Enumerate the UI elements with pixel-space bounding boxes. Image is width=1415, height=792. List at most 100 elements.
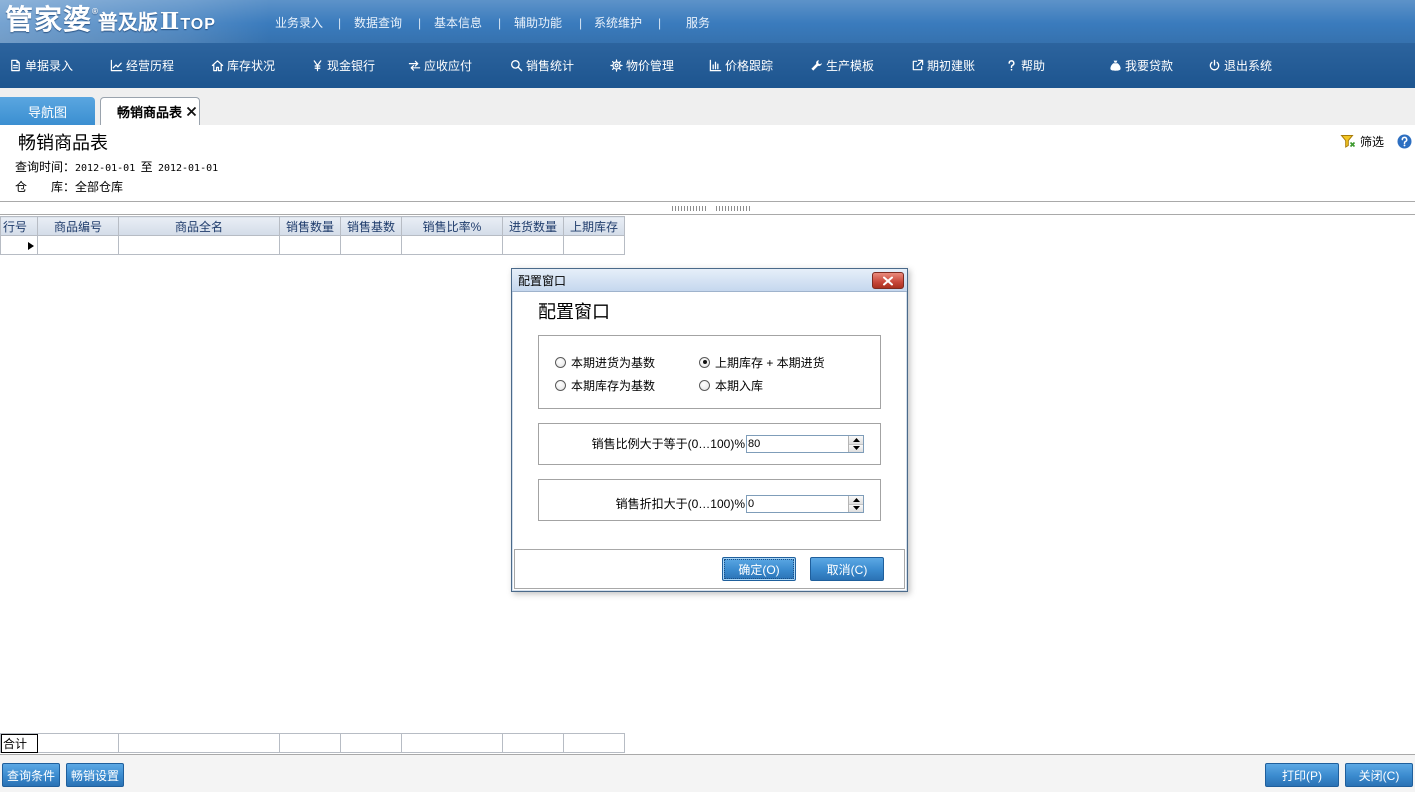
radio-button[interactable] <box>555 356 566 368</box>
tab-close-icon[interactable] <box>186 106 197 117</box>
warehouse-label-first: 仓 <box>15 180 28 194</box>
totals-row: 合计 <box>0 733 625 753</box>
spin-up-button[interactable] <box>849 436 863 445</box>
query-conditions-button[interactable]: 查询条件 <box>2 763 60 787</box>
toolbar-cash-bank[interactable]: 现金银行 <box>311 43 375 88</box>
base-options-group: 本期进货为基数 上期库存 + 本期进货 本期库存为基数 本期入库 <box>538 335 881 409</box>
sales-ratio-input[interactable] <box>747 436 848 452</box>
dialog-ok-button[interactable]: 确定(O) <box>722 557 796 581</box>
table-cell[interactable] <box>118 235 280 255</box>
toolbar-business-history[interactable]: 经营历程 <box>110 43 174 88</box>
top-menu-data-query[interactable]: 数据查询 <box>354 15 402 31</box>
help-circle-icon[interactable] <box>1397 134 1412 149</box>
column-header-product-code[interactable]: 商品编号 <box>37 216 119 236</box>
table-cell[interactable] <box>279 235 341 255</box>
table-cell[interactable] <box>502 235 564 255</box>
table-cell[interactable] <box>0 235 38 255</box>
filter-icon <box>1340 135 1356 148</box>
column-header-prior-stock[interactable]: 上期库存 <box>563 216 625 236</box>
top-menu-service[interactable]: 服务 <box>686 15 710 31</box>
close-button[interactable]: 关闭(C) <box>1345 763 1413 787</box>
dialog-cancel-button[interactable]: 取消(C) <box>810 557 884 581</box>
top-menu-business-entry[interactable]: 业务录入 <box>275 15 323 31</box>
toolbar-item-label: 单据录入 <box>25 59 74 73</box>
toolbar-document-entry[interactable]: 单据录入 <box>9 43 73 88</box>
sales-ratio-label: 销售比例大于等于(0…100)% <box>591 437 745 451</box>
filter-button[interactable]: 筛选 <box>1340 132 1384 150</box>
totals-cell[interactable] <box>502 733 564 753</box>
query-time-label: 查询时间： <box>15 160 76 174</box>
tab-bar: 导航图 畅销商品表 <box>0 88 1415 125</box>
table-cell[interactable] <box>37 235 119 255</box>
radio-button[interactable] <box>555 379 566 391</box>
column-header-row-number[interactable]: 行号 <box>0 216 38 236</box>
toolbar-item-label: 我要贷款 <box>1125 59 1174 73</box>
totals-cell[interactable] <box>340 733 402 753</box>
page-title: 畅销商品表 <box>18 133 108 153</box>
dialog-title-bar[interactable]: 配置窗口 <box>512 269 907 292</box>
table-cell[interactable] <box>563 235 625 255</box>
totals-cell[interactable] <box>563 733 625 753</box>
splitter-handle-icon[interactable] <box>672 206 706 211</box>
totals-cell[interactable] <box>37 733 119 753</box>
toolbar-production-template[interactable]: 生产模板 <box>810 43 874 88</box>
sales-discount-group: 销售折扣大于(0…100)% <box>538 479 881 521</box>
toolbar-exit-system[interactable]: 退出系统 <box>1208 43 1272 88</box>
column-header-sales-qty[interactable]: 销售数量 <box>279 216 341 236</box>
table-cell[interactable] <box>401 235 503 255</box>
print-button[interactable]: 打印(P) <box>1265 763 1339 787</box>
chevron-up-icon <box>852 497 860 502</box>
sales-discount-stepper[interactable] <box>746 495 864 513</box>
toolbar-item-label: 库存状况 <box>227 59 276 73</box>
sales-discount-input[interactable] <box>747 496 848 512</box>
toolbar-item-label: 销售统计 <box>526 59 575 73</box>
sales-ratio-stepper[interactable] <box>746 435 864 453</box>
top-menu-auxiliary[interactable]: 辅助功能 <box>514 15 562 31</box>
toolbar-inventory-status[interactable]: 库存状况 <box>211 43 275 88</box>
spin-down-button[interactable] <box>849 444 863 452</box>
top-menu-system-maintenance[interactable]: 系统维护 <box>594 15 642 31</box>
column-header-sales-base[interactable]: 销售基数 <box>340 216 402 236</box>
toolbar-receivables-payables[interactable]: 应收应付 <box>408 43 472 88</box>
radio-label: 本期进货为基数 <box>571 355 656 370</box>
toolbar-price-management[interactable]: 物价管理 <box>610 43 674 88</box>
totals-label[interactable]: 合计 <box>0 733 38 753</box>
app-logo: 管家婆 ® 普及版 Ⅱ TOP <box>5 2 216 40</box>
totals-cell[interactable] <box>118 733 280 753</box>
radio-button[interactable] <box>699 379 710 391</box>
splitter-handle-icon[interactable] <box>716 206 750 211</box>
top-menu-basic-info[interactable]: 基本信息 <box>434 15 482 31</box>
column-header-product-name[interactable]: 商品全名 <box>118 216 280 236</box>
spin-up-button[interactable] <box>849 496 863 505</box>
table-cell[interactable] <box>340 235 402 255</box>
toolbar-item-label: 期初建账 <box>927 59 976 73</box>
column-header-purchase-qty[interactable]: 进货数量 <box>502 216 564 236</box>
totals-cell[interactable] <box>279 733 341 753</box>
warehouse-label-second: 库： <box>51 180 76 194</box>
top-menu-separator: | <box>338 16 342 30</box>
toolbar-opening-accounts[interactable]: 期初建账 <box>911 43 975 88</box>
toolbar-item-label: 经营历程 <box>126 59 175 73</box>
power-icon <box>1209 59 1220 71</box>
dialog-close-button[interactable] <box>872 272 904 289</box>
radio-button[interactable] <box>699 356 710 368</box>
logo-suffix: TOP <box>180 16 216 33</box>
toolbar-price-tracking[interactable]: 价格跟踪 <box>709 43 773 88</box>
radio-current-stock-base[interactable]: 本期库存为基数 <box>555 378 655 393</box>
warehouse-line: 仓 库：全部仓库 <box>15 180 123 194</box>
app-header: 管家婆 ® 普及版 Ⅱ TOP 业务录入 | 数据查询 | 基本信息 | 辅助功… <box>0 0 1415 43</box>
toolbar-apply-loan[interactable]: 我要贷款 <box>1109 43 1173 88</box>
radio-current-inbound[interactable]: 本期入库 <box>699 378 763 393</box>
table-row[interactable] <box>0 235 625 255</box>
toolbar-sales-statistics[interactable]: 销售统计 <box>510 43 574 88</box>
bestseller-settings-button[interactable]: 畅销设置 <box>66 763 124 787</box>
column-header-sales-ratio[interactable]: 销售比率% <box>401 216 503 236</box>
totals-cell[interactable] <box>401 733 503 753</box>
spin-down-button[interactable] <box>849 504 863 512</box>
toolbar-help[interactable]: 帮助 <box>1005 43 1045 88</box>
radio-current-purchase-base[interactable]: 本期进货为基数 <box>555 355 656 370</box>
tab-navigation-map[interactable]: 导航图 <box>0 97 95 125</box>
tab-bestseller-report[interactable]: 畅销商品表 <box>100 97 200 125</box>
radio-prior-stock-plus-purchase[interactable]: 上期库存 + 本期进货 <box>699 355 825 370</box>
table-header-row: 行号 商品编号 商品全名 销售数量 销售基数 销售比率% 进货数量 上期库存 <box>0 216 625 236</box>
